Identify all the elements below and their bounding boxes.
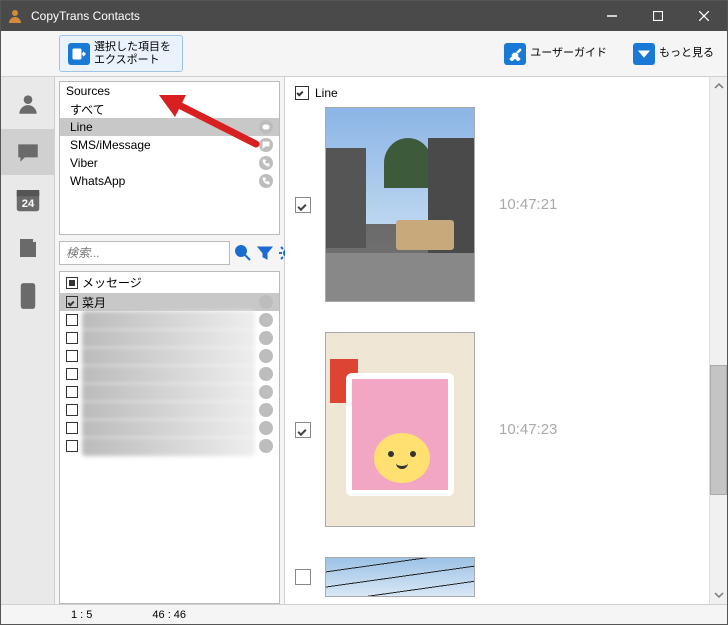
content-scrollbar[interactable] [709,77,727,604]
messages-heading: メッセージ [82,274,142,291]
message-row[interactable] [60,347,279,365]
photo-row: 10:47:21 [295,107,703,302]
sources-list: Sources すべて Line SMS/iMessage Viber What… [59,81,280,235]
thread-title: Line [315,86,338,100]
message-checkbox[interactable] [66,404,78,416]
search-button[interactable] [234,241,252,265]
source-viber[interactable]: Viber [60,154,279,172]
photo-row [295,557,703,597]
message-label [82,312,255,329]
scroll-up-button[interactable] [710,77,727,95]
source-whatsapp[interactable]: WhatsApp [60,172,279,190]
message-row[interactable] [60,401,279,419]
photo-thumbnail[interactable] [325,107,475,302]
nav-messages[interactable] [1,129,55,175]
line-icon [259,313,273,327]
phone-icon [259,174,273,188]
line-icon [259,367,273,381]
window-maximize-button[interactable] [635,1,681,31]
source-line[interactable]: Line [60,118,279,136]
message-row[interactable] [60,383,279,401]
message-row[interactable] [60,311,279,329]
message-checkbox[interactable] [66,332,78,344]
thread-header: Line [295,83,703,103]
message-checkbox[interactable] [66,422,78,434]
message-label [82,384,255,401]
message-label [82,420,255,437]
export-selected-button[interactable]: 選択した項目を エクスポート [59,35,183,72]
nav-contacts[interactable] [1,81,55,127]
filter-button[interactable] [256,241,274,265]
photo-thumbnail[interactable] [325,557,475,597]
select-all-checkbox[interactable] [66,277,78,289]
messages-list: メッセージ 菜月 [59,271,280,604]
source-sms[interactable]: SMS/iMessage [60,136,279,154]
message-checkbox[interactable] [66,314,78,326]
line-icon [259,331,273,345]
scroll-thumb[interactable] [710,365,727,495]
chevron-down-icon [633,43,655,65]
source-all[interactable]: すべて [60,100,279,118]
user-guide-button[interactable]: ユーザーガイド [495,35,616,72]
message-checkbox[interactable] [66,386,78,398]
photo-thumbnail[interactable] [325,332,475,527]
line-icon [259,385,273,399]
titlebar: CopyTrans Contacts [1,1,727,31]
tools-icon [504,43,526,65]
message-label: 菜月 [82,294,255,311]
message-checkbox[interactable] [66,440,78,452]
content-panel: Line 10:47:21 10:47:23 [285,77,727,604]
line-icon [259,421,273,435]
more-button[interactable]: もっと見る [624,35,723,72]
line-icon [259,120,273,134]
photo-checkbox[interactable] [295,197,311,213]
status-bar: 1 : 5 46 : 46 [1,604,727,624]
middle-panel: Sources すべて Line SMS/iMessage Viber What… [55,77,285,604]
nav-calendar[interactable]: 24 [1,177,55,223]
toolbar: 選択した項目を エクスポート ユーザーガイド もっと見る [1,31,727,77]
message-label [82,402,255,419]
window-minimize-button[interactable] [589,1,635,31]
messages-heading-row[interactable]: メッセージ [60,272,279,293]
scroll-down-button[interactable] [710,586,727,604]
status-count-total: 46 : 46 [152,609,186,621]
message-row[interactable] [60,419,279,437]
left-nav: 24 [1,77,55,604]
message-row[interactable]: 菜月 [60,293,279,311]
line-icon [259,349,273,363]
phone-icon [259,156,273,170]
message-row[interactable] [60,329,279,347]
search-row [59,241,280,265]
nav-notes[interactable] [1,225,55,271]
export-icon [68,43,90,65]
photo-checkbox[interactable] [295,569,311,585]
message-icon [259,138,273,152]
sources-heading: Sources [60,82,279,100]
line-icon [259,439,273,453]
message-label [82,366,255,383]
message-checkbox[interactable] [66,368,78,380]
thread-select-checkbox[interactable] [295,86,309,100]
photo-timestamp: 10:47:21 [499,196,557,213]
app-icon [7,8,23,24]
window-title: CopyTrans Contacts [31,9,589,23]
photo-checkbox[interactable] [295,422,311,438]
status-count-selected: 1 : 5 [71,609,92,621]
message-row[interactable] [60,437,279,455]
search-input[interactable] [59,241,230,265]
message-label [82,438,255,455]
line-icon [259,403,273,417]
window-close-button[interactable] [681,1,727,31]
line-icon [259,295,273,309]
photo-timestamp: 10:47:23 [499,421,557,438]
message-checkbox[interactable] [66,296,78,308]
message-label [82,348,255,365]
message-label [82,330,255,347]
message-row[interactable] [60,365,279,383]
photo-row: 10:47:23 [295,332,703,527]
svg-text:24: 24 [21,198,34,210]
export-label: 選択した項目を エクスポート [94,41,174,65]
nav-device[interactable] [1,273,55,319]
message-checkbox[interactable] [66,350,78,362]
